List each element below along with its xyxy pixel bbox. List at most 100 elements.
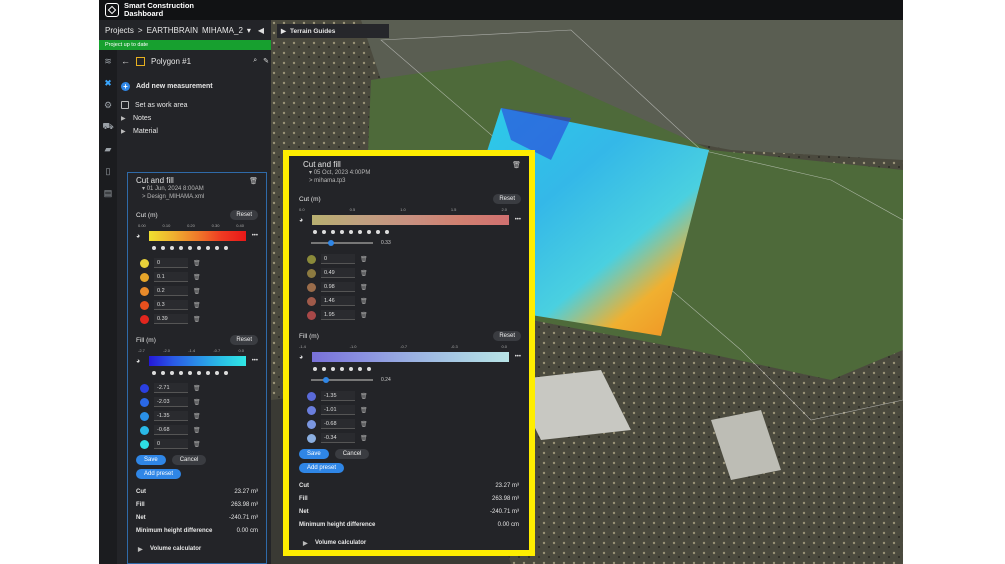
value-input[interactable]: -0.68 <box>321 419 355 429</box>
trash-icon[interactable]: 🗑 <box>193 274 201 281</box>
trash-icon[interactable]: 🗑 <box>193 302 201 309</box>
trash-icon[interactable]: 🗑 <box>360 421 368 428</box>
stop-handle[interactable] <box>215 371 219 375</box>
chevron-down-icon[interactable]: ▾ <box>247 26 251 35</box>
trash-icon[interactable]: 🗑 <box>360 270 368 277</box>
trash-icon[interactable]: 🗑 <box>193 288 201 295</box>
trash-icon[interactable]: 🗑 <box>193 385 201 392</box>
palette-icon[interactable]: ◕ <box>299 217 306 224</box>
value-input[interactable]: -2.03 <box>154 397 188 407</box>
value-input[interactable]: 1.95 <box>321 310 355 320</box>
stop-handle[interactable] <box>188 246 192 250</box>
color-swatch[interactable] <box>307 268 316 278</box>
value-input[interactable]: -0.68 <box>154 425 188 435</box>
stop-handle[interactable] <box>331 367 335 371</box>
stop-handle[interactable] <box>215 246 219 250</box>
color-swatch[interactable] <box>307 391 316 401</box>
color-swatch[interactable] <box>307 433 316 443</box>
cut-color-gradient[interactable] <box>312 215 509 225</box>
value-input[interactable]: -2.71 <box>154 383 188 393</box>
value-input[interactable]: 0.1 <box>154 272 188 282</box>
palette-icon[interactable]: ◕ <box>136 358 143 365</box>
fill-reset-button[interactable]: Reset <box>493 331 521 341</box>
stop-handle[interactable] <box>197 371 201 375</box>
color-swatch[interactable] <box>307 296 316 306</box>
stop-handle[interactable] <box>161 246 165 250</box>
stop-handle[interactable] <box>152 371 156 375</box>
stop-handle[interactable] <box>170 246 174 250</box>
stop-handle[interactable] <box>358 230 362 234</box>
value-input[interactable]: 0.3 <box>154 300 188 310</box>
more-options-icon[interactable]: ••• <box>252 358 258 364</box>
slider-knob[interactable] <box>322 377 329 383</box>
stop-handle[interactable] <box>340 230 344 234</box>
stop-handle[interactable] <box>206 246 210 250</box>
stop-handle[interactable] <box>340 367 344 371</box>
value-input[interactable]: 0.39 <box>154 314 188 324</box>
breadcrumb-projects[interactable]: Projects <box>105 26 134 35</box>
zoom-to-icon[interactable]: ⌕ <box>253 57 257 65</box>
slider-knob[interactable] <box>328 240 335 246</box>
color-swatch[interactable] <box>140 425 149 435</box>
stop-handle[interactable] <box>206 371 210 375</box>
value-input[interactable]: 0 <box>321 254 355 264</box>
layers-icon[interactable]: ≋ <box>99 50 117 72</box>
stop-handle[interactable] <box>152 246 156 250</box>
folder-icon[interactable]: ▰ <box>99 138 117 160</box>
cut-reset-button[interactable]: Reset <box>493 194 521 204</box>
trash-icon[interactable]: 🗑 <box>193 427 201 434</box>
stop-handle[interactable] <box>170 371 174 375</box>
fill-color-gradient[interactable] <box>312 352 509 362</box>
checkbox-icon[interactable] <box>121 101 129 109</box>
trash-icon[interactable]: 🗑 <box>193 316 201 323</box>
stop-handle[interactable] <box>376 230 380 234</box>
stop-handle[interactable] <box>367 367 371 371</box>
trash-icon[interactable]: 🗑 <box>193 413 201 420</box>
trash-icon[interactable]: 🗑 <box>360 256 368 263</box>
stop-handle[interactable] <box>322 230 326 234</box>
value-input[interactable]: 0.2 <box>154 286 188 296</box>
stop-handle[interactable] <box>188 371 192 375</box>
stop-handle[interactable] <box>197 246 201 250</box>
stop-handle[interactable] <box>349 367 353 371</box>
trash-icon[interactable]: 🗑 <box>360 435 368 442</box>
trash-icon[interactable]: 🗑 <box>249 177 258 185</box>
more-options-icon[interactable]: ••• <box>252 233 258 239</box>
fill-reset-button[interactable]: Reset <box>230 335 258 345</box>
stop-handle[interactable] <box>322 367 326 371</box>
stop-handle[interactable] <box>161 371 165 375</box>
stop-handle[interactable] <box>224 246 228 250</box>
volume-calculator-expander[interactable]: ▶ Volume calculator <box>128 541 266 557</box>
back-arrow-icon[interactable]: ← <box>121 56 130 66</box>
volume-calculator-expander[interactable]: ▶ Volume calculator <box>289 535 529 551</box>
value-input[interactable]: -0.34 <box>321 433 355 443</box>
stop-handle[interactable] <box>367 230 371 234</box>
color-swatch[interactable] <box>140 397 149 407</box>
trash-icon[interactable]: 🗑 <box>360 284 368 291</box>
fill-opacity-slider[interactable]: 0.24 <box>289 374 529 386</box>
breadcrumb-org[interactable]: EARTHBRAIN <box>147 26 198 35</box>
add-preset-button[interactable]: Add preset <box>299 463 345 473</box>
color-swatch[interactable] <box>140 383 149 393</box>
palette-icon[interactable]: ◕ <box>299 354 306 361</box>
color-swatch[interactable] <box>140 272 149 282</box>
value-input[interactable]: -1.35 <box>154 411 188 421</box>
trash-icon[interactable]: 🗑 <box>193 399 201 406</box>
value-input[interactable]: 0 <box>154 258 188 268</box>
trash-icon[interactable]: 🗑 <box>193 441 201 448</box>
add-preset-button[interactable]: Add preset <box>136 469 182 479</box>
slider-track[interactable] <box>311 377 373 383</box>
stop-handle[interactable] <box>179 371 183 375</box>
trash-icon[interactable]: 🗑 <box>360 393 368 400</box>
color-swatch[interactable] <box>307 310 316 320</box>
cancel-button[interactable]: Cancel <box>334 449 370 459</box>
stop-handle[interactable] <box>313 367 317 371</box>
edit-icon[interactable]: ✎ <box>263 57 269 65</box>
slider-track[interactable] <box>311 240 373 246</box>
save-button[interactable]: Save <box>299 449 329 459</box>
trash-icon[interactable]: 🗑 <box>193 260 201 267</box>
settings-icon[interactable]: ⚙ <box>99 94 117 116</box>
value-input[interactable]: -1.35 <box>321 391 355 401</box>
cut-reset-button[interactable]: Reset <box>230 210 258 220</box>
add-measurement-button[interactable]: + Add new measurement <box>121 76 269 96</box>
